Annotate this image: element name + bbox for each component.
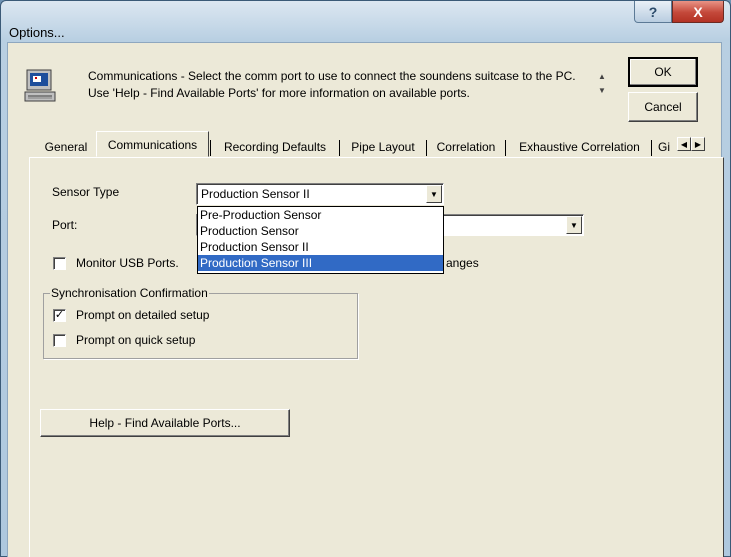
prompt-quick-label: Prompt on quick setup <box>76 333 196 347</box>
scroll-up-icon[interactable]: ▲ <box>595 70 609 84</box>
find-ports-button[interactable]: Help - Find Available Ports... <box>40 409 290 437</box>
tab-general[interactable]: General <box>38 136 94 158</box>
sensor-type-select[interactable]: Production Sensor II ▼ <box>196 183 444 205</box>
sensor-option-selected[interactable]: Production Sensor III <box>198 255 443 271</box>
port-label: Port: <box>52 218 78 232</box>
ok-button[interactable]: OK <box>628 57 698 87</box>
sync-group-label: Synchronisation Confirmation <box>50 286 209 300</box>
description-scroll[interactable]: ▲ ▼ <box>595 70 609 106</box>
scroll-down-icon[interactable]: ▼ <box>595 84 609 98</box>
tab-exhaustive-correlation[interactable]: Exhaustive Correlation <box>508 136 651 158</box>
tab-separator <box>505 140 506 156</box>
tab-separator <box>210 140 211 156</box>
sensor-option[interactable]: Production Sensor <box>198 223 443 239</box>
prompt-detailed-checkbox[interactable]: ✓ <box>53 309 66 322</box>
tab-separator <box>651 140 652 156</box>
chevron-down-icon[interactable]: ▼ <box>566 216 582 234</box>
tab-pipe-layout[interactable]: Pipe Layout <box>341 136 425 158</box>
monitor-usb-label-tail: anges <box>446 256 479 270</box>
checkmark-icon: ✓ <box>54 309 65 321</box>
prompt-quick-checkbox[interactable] <box>53 334 66 347</box>
prompt-detailed-label: Prompt on detailed setup <box>76 308 210 322</box>
sensor-option[interactable]: Pre-Production Sensor <box>198 207 443 223</box>
sensor-type-value: Production Sensor II <box>201 187 310 201</box>
description-text: Communications - Select the comm port to… <box>88 69 576 100</box>
tab-scroll-arrows: ◀ ▶ <box>677 137 705 151</box>
tab-scroll-right-icon[interactable]: ▶ <box>691 137 705 151</box>
monitor-usb-checkbox[interactable] <box>53 257 66 270</box>
monitor-usb-label: Monitor USB Ports. <box>76 256 179 270</box>
tab-separator <box>339 140 340 156</box>
sensor-option[interactable]: Production Sensor II <box>198 239 443 255</box>
sensor-type-label: Sensor Type <box>52 185 120 199</box>
tab-separator <box>426 140 427 156</box>
cancel-button[interactable]: Cancel <box>628 92 698 122</box>
tab-scroll-left-icon[interactable]: ◀ <box>677 137 691 151</box>
tab-g-truncated[interactable]: Gi <box>654 136 674 158</box>
tab-recording-defaults[interactable]: Recording Defaults <box>212 136 338 158</box>
sensor-type-dropdown: Pre-Production Sensor Production Sensor … <box>197 206 444 274</box>
tab-correlation[interactable]: Correlation <box>428 136 504 158</box>
computer-icon <box>24 69 56 102</box>
sync-groupbox <box>43 293 358 359</box>
chevron-down-icon[interactable]: ▼ <box>426 185 442 203</box>
tab-communications[interactable]: Communications <box>96 131 209 157</box>
